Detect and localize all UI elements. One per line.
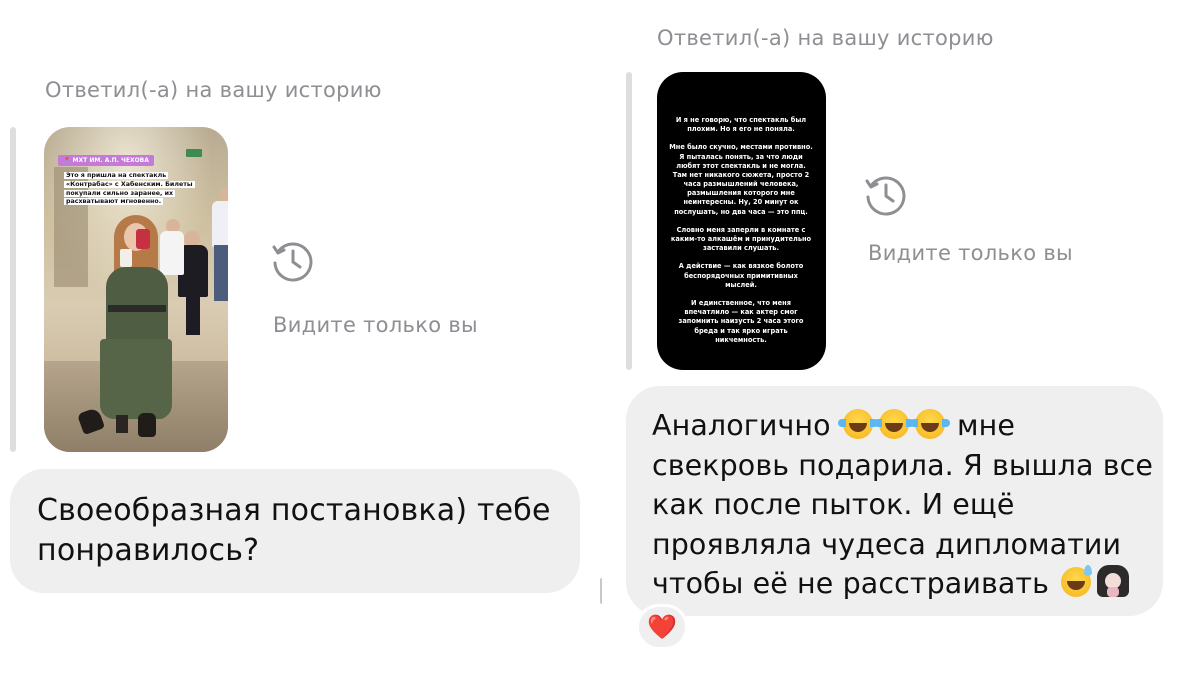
story-quote-bar	[10, 127, 16, 452]
history-icon	[864, 173, 908, 217]
message-bubble[interactable]: Аналогично мне свекровь подарила. Я вышл…	[626, 386, 1163, 616]
story-quote-bar	[626, 72, 632, 370]
story-preview-text[interactable]: И я не говорю, что спектакль был плохим.…	[657, 72, 826, 370]
heart-reaction-icon[interactable]: ❤️	[636, 604, 688, 650]
face-with-tears-of-joy-icon	[873, 409, 914, 439]
visibility-note: Видите только вы	[273, 313, 478, 337]
face-with-tears-of-joy-icon	[909, 409, 950, 439]
message-line: свекровь подарила. Я вышла все	[652, 448, 1154, 482]
message-line: как после пыток. И ещё	[652, 488, 1015, 521]
message-line: чтобы её не расстраивать	[652, 564, 1137, 604]
woman-facepalming-icon	[1097, 565, 1130, 597]
message-line: Аналогично мне	[652, 409, 1015, 442]
phone	[136, 229, 150, 249]
story-reply-caption: Ответил(-а) на вашу историю	[45, 78, 382, 102]
message-text: Своеобразная постановка) тебе понравилос…	[37, 493, 551, 568]
story-preview-photo[interactable]: 📍 МХТ ИМ. А.П. ЧЕХОВА Это я пришла на сп…	[44, 127, 228, 452]
story-overlay-text: Это я пришла на спектакль «Контрабас» с …	[64, 172, 195, 206]
location-tag: 📍 МХТ ИМ. А.П. ЧЕХОВА	[58, 155, 154, 166]
story-text: И я не говорю, что спектакль был плохим.…	[669, 116, 813, 344]
message-line: проявляла чудеса дипломатии	[652, 527, 1122, 561]
visibility-note: Видите только вы	[868, 241, 1073, 265]
story-reply-caption: Ответил(-а) на вашу историю	[657, 26, 994, 50]
grinning-face-with-sweat-icon	[1061, 565, 1093, 597]
exit-sign	[186, 149, 202, 157]
message-bubble[interactable]: Своеобразная постановка) тебе понравилос…	[10, 469, 580, 593]
left-chat-panel: Ответил(-а) на вашу историю 📍 МХТ ИМ. А.…	[0, 0, 600, 675]
face-with-tears-of-joy-icon	[837, 409, 878, 439]
coffee-cup	[120, 249, 132, 267]
right-chat-panel: Ответил(-а) на вашу историю И я не говор…	[600, 0, 1200, 675]
history-icon	[271, 239, 315, 283]
